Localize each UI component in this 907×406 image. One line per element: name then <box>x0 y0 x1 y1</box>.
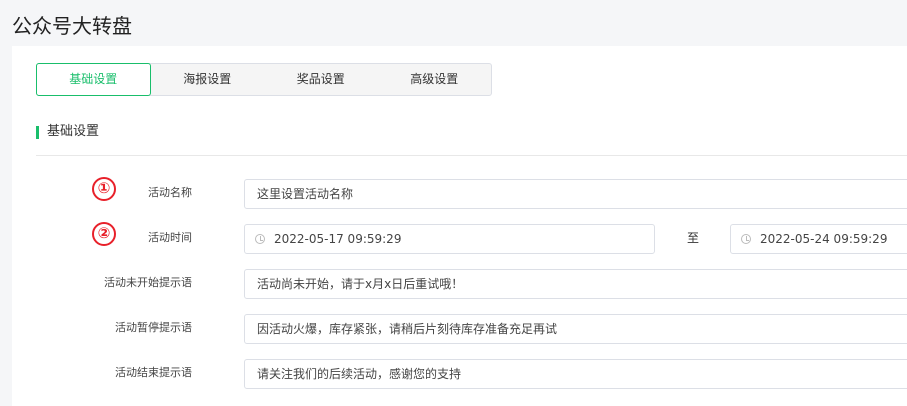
form-row-not-started: 活动未开始提示语 活动尚未开始，请于x月x日后重试哦！ <box>12 269 907 299</box>
range-separator: 至 <box>687 231 700 245</box>
start-time-value: 2022-05-17 09:59:29 <box>274 232 402 246</box>
clock-icon <box>741 234 751 244</box>
clock-icon <box>255 234 265 244</box>
form-row-ended: 活动结束提示语 请关注我们的后续活动，感谢您的支持 <box>12 359 907 389</box>
tab-prize-settings[interactable]: 奖品设置 <box>264 64 378 95</box>
form-row-paused: 活动暂停提示语 因活动火爆，库存紧张，请稍后片刻待库存准备充足再试 <box>12 314 907 344</box>
field-label: 活动时间 <box>148 231 192 244</box>
field-label: 活动暂停提示语 <box>115 321 192 334</box>
end-time-picker[interactable]: 2022-05-24 09:59:29 <box>730 224 907 254</box>
field-label: 活动结束提示语 <box>115 366 192 379</box>
field-label: 活动未开始提示语 <box>104 276 192 289</box>
page-title: 公众号大转盘 <box>12 14 132 38</box>
tab-basic-settings[interactable]: 基础设置 <box>36 63 151 96</box>
paused-message-input[interactable]: 因活动火爆，库存紧张，请稍后片刻待库存准备充足再试 <box>244 314 907 344</box>
annotation-marker-2: ② <box>92 222 116 246</box>
start-time-picker[interactable]: 2022-05-17 09:59:29 <box>244 224 655 254</box>
field-label: 活动名称 <box>148 186 192 199</box>
divider <box>36 155 907 156</box>
section-title: 基础设置 <box>36 124 99 140</box>
form-row-time: ② 活动时间 2022-05-17 09:59:29 至 2022-05-24 … <box>12 222 907 254</box>
tab-advanced-settings[interactable]: 高级设置 <box>378 64 492 95</box>
tab-bar: 基础设置 海报设置 奖品设置 高级设置 <box>36 63 492 96</box>
activity-name-input[interactable]: 这里设置活动名称 <box>244 179 907 209</box>
form-row-name: ① 活动名称 这里设置活动名称 <box>12 177 907 209</box>
ended-message-input[interactable]: 请关注我们的后续活动，感谢您的支持 <box>244 359 907 389</box>
annotation-marker-1: ① <box>92 177 116 201</box>
end-time-value: 2022-05-24 09:59:29 <box>760 232 888 246</box>
tab-poster-settings[interactable]: 海报设置 <box>151 64 265 95</box>
not-started-message-input[interactable]: 活动尚未开始，请于x月x日后重试哦！ <box>244 269 907 299</box>
settings-panel: 基础设置 海报设置 奖品设置 高级设置 基础设置 ① 活动名称 这里设置活动名称… <box>12 46 907 406</box>
